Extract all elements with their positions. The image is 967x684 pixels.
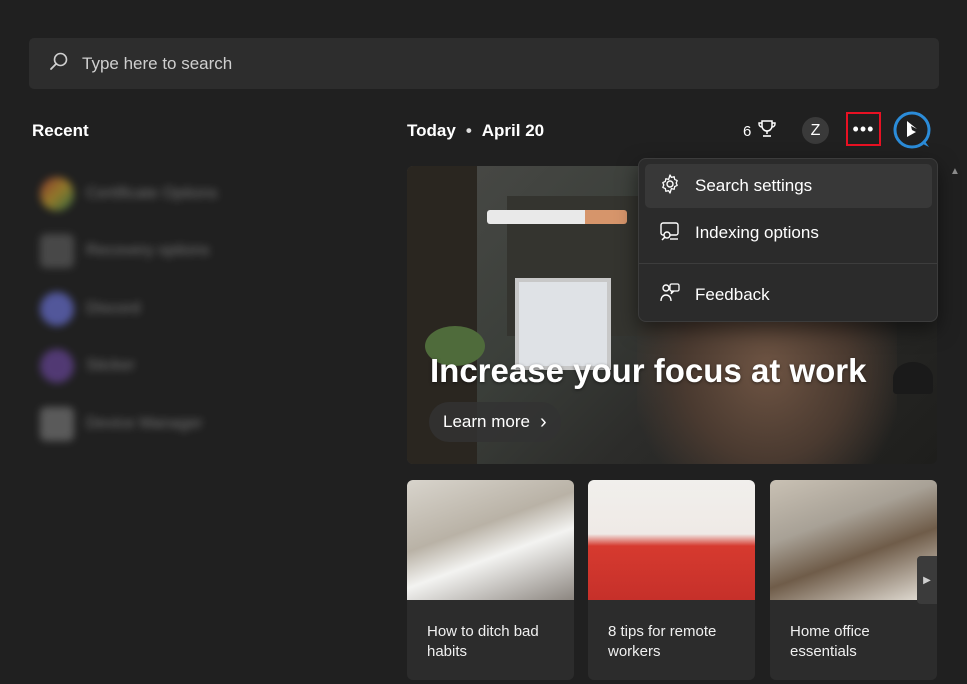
article-card[interactable]: 8 tips for remote workers: [588, 480, 755, 680]
trophy-icon: [757, 120, 777, 142]
recent-item-label: Device Manager: [86, 414, 203, 432]
recent-heading: Recent: [32, 121, 89, 140]
separator-dot: •: [465, 121, 472, 140]
recent-item-label: Discord: [86, 299, 141, 317]
next-cards-button[interactable]: ▶: [917, 556, 937, 604]
learn-more-label: Learn more: [443, 412, 530, 431]
app-icon: [40, 291, 74, 326]
menu-item-feedback[interactable]: Feedback: [645, 273, 932, 317]
gear-icon: [659, 173, 695, 200]
date-header: Today • April 20: [407, 121, 544, 141]
recent-item[interactable]: Sticker: [40, 338, 300, 396]
menu-item-label: Feedback: [695, 285, 770, 304]
more-options-menu: Search settings Indexing options Feedbac…: [638, 158, 938, 322]
menu-item-indexing-options[interactable]: Indexing options: [645, 211, 932, 255]
account-avatar[interactable]: Z: [802, 117, 829, 144]
recent-item-label: Sticker: [86, 357, 135, 375]
more-options-button[interactable]: •••: [846, 112, 881, 146]
learn-more-button[interactable]: Learn more ›: [429, 402, 561, 442]
app-icon: [40, 406, 74, 441]
recent-item[interactable]: Certificate Options: [40, 165, 300, 223]
bing-icon[interactable]: [892, 110, 932, 150]
hero-image-light: [487, 210, 627, 224]
menu-item-label: Search settings: [695, 176, 813, 195]
date-label: April 20: [481, 121, 545, 140]
menu-divider: [639, 263, 937, 264]
search-icon: [49, 51, 69, 76]
article-image: [407, 480, 574, 600]
article-image: [588, 480, 755, 600]
recent-item[interactable]: Recovery options: [40, 223, 300, 281]
recent-item-label: Certificate Options: [86, 184, 218, 202]
rewards-points-button[interactable]: 6: [743, 120, 777, 142]
scroll-up-arrow[interactable]: ▲: [950, 166, 960, 177]
search-input[interactable]: Type here to search: [82, 54, 232, 74]
article-image: [770, 480, 937, 600]
menu-item-label: Indexing options: [695, 223, 819, 242]
app-icon: [40, 349, 74, 384]
search-box[interactable]: Type here to search: [29, 38, 939, 89]
article-title: Home office essentials: [790, 623, 870, 660]
today-label: Today: [407, 121, 456, 140]
app-icon: [40, 176, 74, 211]
article-title: 8 tips for remote workers: [608, 623, 717, 660]
hero-title: Increase your focus at work: [430, 352, 867, 389]
feedback-icon: [659, 282, 695, 309]
recent-item-label: Recovery options: [86, 242, 210, 260]
chevron-right-icon: ›: [539, 410, 547, 433]
article-card[interactable]: How to ditch bad habits: [407, 480, 574, 680]
points-count: 6: [743, 122, 752, 140]
recent-list: Certificate Options Recovery options Dis…: [40, 165, 300, 453]
hero-image-lamp: [893, 362, 933, 394]
recent-item[interactable]: Device Manager: [40, 395, 300, 453]
recent-item[interactable]: Discord: [40, 280, 300, 338]
menu-item-search-settings[interactable]: Search settings: [645, 164, 932, 208]
article-title: How to ditch bad habits: [427, 623, 539, 660]
indexing-icon: [659, 220, 695, 247]
app-icon: [40, 234, 74, 269]
article-card[interactable]: Home office essentials: [770, 480, 937, 680]
